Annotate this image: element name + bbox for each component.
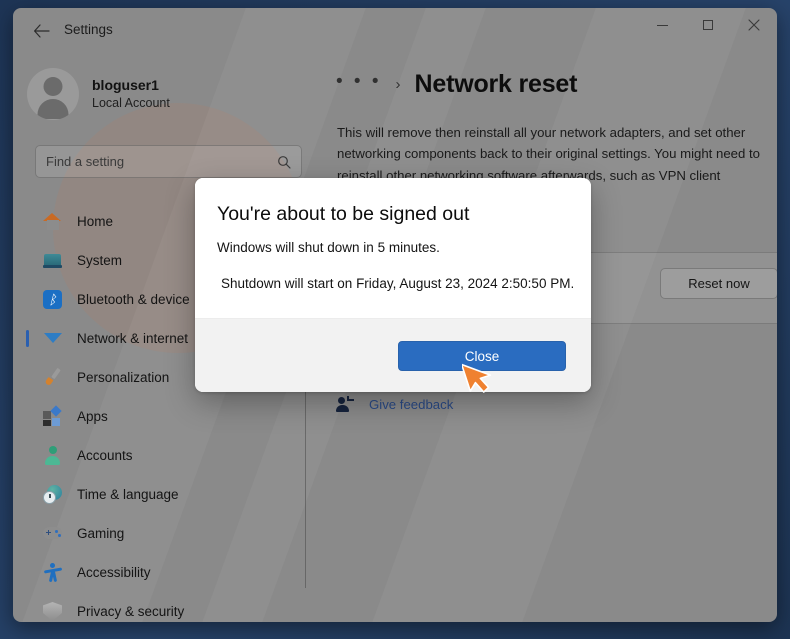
dialog-close-button[interactable]: Close [398, 341, 566, 371]
back-arrow-icon[interactable] [26, 19, 56, 43]
sidebar-item-privacy-security[interactable]: Privacy & security [21, 592, 293, 622]
page-description: This will remove then reinstall all your… [337, 125, 760, 183]
dialog-footer: Close [195, 318, 591, 392]
maximize-icon [703, 20, 713, 30]
minimize-icon [656, 24, 668, 26]
sidebar-item-label: Apps [77, 409, 108, 424]
accessibility-icon [43, 563, 62, 583]
sidebar-item-label: Network & internet [77, 331, 189, 346]
paintbrush-icon [43, 367, 62, 387]
search-input[interactable]: Find a setting [35, 145, 302, 178]
breadcrumb-overflow-button[interactable]: • • • [336, 72, 382, 91]
sidebar-item-label: Personalization [77, 370, 170, 385]
account-type: Local Account [92, 96, 170, 110]
chevron-right-icon: › [395, 76, 401, 93]
sidebar-item-accounts[interactable]: Accounts [21, 436, 293, 475]
app-title: Settings [64, 22, 113, 37]
settings-window: Settings bloguser1 Local Account Find a … [13, 8, 777, 622]
bluetooth-icon: ᛒ [43, 290, 62, 309]
dialog-message-line-1: Windows will shut down in 5 minutes. [217, 240, 440, 255]
sidebar-item-label: Home [77, 214, 114, 229]
user-avatar-icon [27, 68, 79, 120]
sidebar-item-label: Bluetooth & device [77, 292, 190, 307]
shield-icon [43, 602, 62, 621]
system-laptop-icon [43, 251, 62, 270]
search-icon [277, 155, 291, 169]
close-icon [748, 19, 760, 31]
page-title: Network reset [414, 70, 578, 98]
signout-dialog: You're about to be signed out Windows wi… [195, 178, 591, 392]
sidebar-item-label: Accounts [77, 448, 133, 463]
apps-icon [43, 405, 62, 426]
home-icon [43, 212, 62, 231]
sidebar-item-gaming[interactable]: Gaming [21, 514, 293, 553]
wifi-icon [43, 329, 62, 348]
dialog-body: You're about to be signed out Windows wi… [195, 178, 591, 318]
gamepad-icon [43, 524, 62, 543]
sidebar-item-time-language[interactable]: Time & language [21, 475, 293, 514]
account-block[interactable]: bloguser1 Local Account [27, 68, 170, 120]
breadcrumb: • • • › Network reset [336, 70, 577, 99]
maximize-button[interactable] [685, 8, 731, 42]
sidebar-item-label: System [77, 253, 123, 268]
feedback-person-icon [336, 395, 355, 413]
account-name: bloguser1 [92, 77, 159, 94]
minimize-button[interactable] [639, 8, 685, 42]
sidebar-item-label: Time & language [77, 487, 179, 502]
sidebar-item-label: Privacy & security [77, 604, 185, 619]
sidebar-item-label: Accessibility [77, 565, 151, 580]
sidebar-item-accessibility[interactable]: Accessibility [21, 553, 293, 592]
clock-globe-icon [43, 485, 62, 504]
dialog-title: You're about to be signed out [217, 203, 470, 225]
dialog-message-line-2: Shutdown will start on Friday, August 23… [221, 276, 575, 291]
reset-now-button[interactable]: Reset now [660, 268, 777, 299]
sidebar-item-label: Gaming [77, 526, 125, 541]
give-feedback-row[interactable]: Give feedback [336, 395, 453, 413]
person-icon [43, 446, 62, 465]
give-feedback-link[interactable]: Give feedback [369, 397, 453, 412]
search-placeholder: Find a setting [46, 154, 125, 169]
window-close-button[interactable] [731, 8, 777, 42]
sidebar-item-apps[interactable]: Apps [21, 397, 293, 436]
title-bar: Settings [13, 8, 777, 52]
